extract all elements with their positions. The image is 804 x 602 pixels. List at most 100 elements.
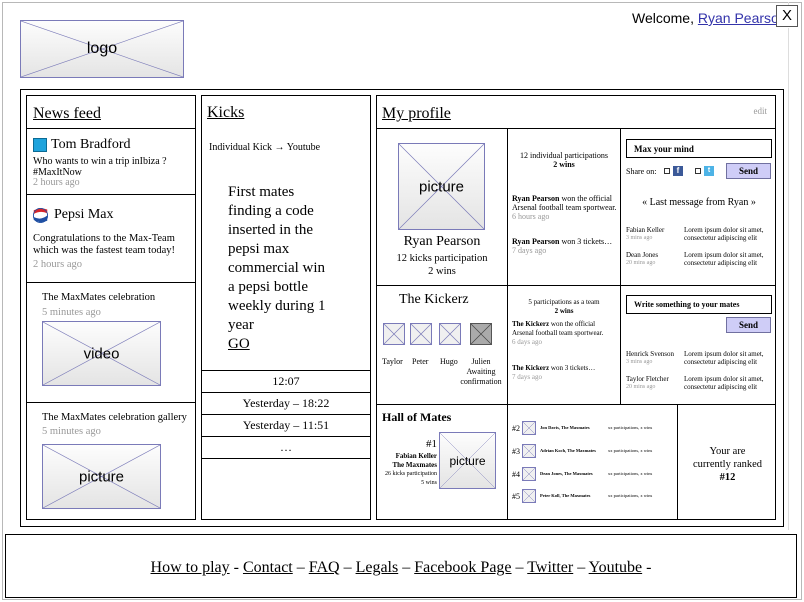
hall-name: Adrian Koch, The Maxmates: [540, 448, 596, 453]
kick-line: a pepsi bottle: [228, 279, 308, 295]
footer-separator: -: [642, 559, 652, 576]
last-message: « Last message from Ryan »: [642, 197, 756, 208]
edit-link[interactable]: edit: [754, 106, 768, 116]
hall-rank: #3: [512, 447, 520, 456]
max-your-mind-input[interactable]: Max your mind: [626, 139, 772, 158]
footer-link-how-to-play[interactable]: How to play: [151, 559, 230, 576]
twitter-checkbox[interactable]: [695, 168, 701, 174]
team-activity-text: won 3 tickets…: [550, 364, 596, 372]
picture-placeholder[interactable]: picture: [42, 444, 161, 509]
hall-rank-row[interactable]: #4 Dean Jones, The Maxmates xx participa…: [510, 467, 676, 483]
profile-title[interactable]: My profile: [382, 105, 451, 123]
team-activity-item: The Kickerz won the official Arsenal foo…: [512, 320, 618, 347]
footer-link-legals[interactable]: Legals: [356, 559, 399, 576]
footer-separator: –: [573, 559, 589, 576]
profile-picture-label: picture: [418, 178, 465, 195]
footer-link-youtube[interactable]: Youtube: [589, 559, 643, 576]
member-avatar-pending[interactable]: [470, 323, 492, 345]
message-meta: Fabian Keller 3 mins ago: [626, 226, 676, 242]
member-status: Awaiting confirmation: [460, 367, 502, 386]
team-activity-item: The Kickerz won 3 tickets… 7 days ago: [512, 364, 618, 382]
message-text: Lorem ipsum dolor sit amet, consectetur …: [684, 226, 764, 242]
news-feed-title[interactable]: News feed: [33, 105, 101, 123]
profile-participations: 12 kicks participation: [396, 253, 488, 264]
activity-name[interactable]: Ryan Pearson: [512, 194, 560, 203]
profile-picture[interactable]: picture: [398, 143, 485, 230]
message-time: 20 mins ago: [626, 260, 656, 266]
news-item-title[interactable]: The MaxMates celebration gallery: [42, 412, 187, 423]
news-item-title[interactable]: The MaxMates celebration: [42, 292, 155, 303]
footer-link-facebook[interactable]: Facebook Page: [414, 559, 511, 576]
footer-link-contact[interactable]: Contact: [243, 559, 293, 576]
team-message-author[interactable]: Taylor Fletcher: [626, 375, 681, 383]
mates-message-input[interactable]: Write something to your mates: [626, 295, 772, 314]
member-avatar[interactable]: [383, 323, 405, 345]
kick-type: Individual Kick: [209, 142, 273, 153]
scrollbar[interactable]: [788, 2, 802, 530]
twitter-icon: t: [704, 166, 714, 176]
hall-stats: xx participations, x wins: [608, 493, 653, 498]
activity-time: 7 days ago: [512, 246, 547, 255]
hall-name: Jon Davis, The Maxmates: [540, 425, 590, 430]
kicks-title[interactable]: Kicks: [207, 104, 244, 122]
news-item-author[interactable]: Tom Bradford: [51, 137, 131, 153]
video-placeholder[interactable]: video: [42, 321, 161, 386]
team-activity-name[interactable]: The Kickerz: [512, 364, 549, 372]
message-author[interactable]: Fabian Keller: [626, 226, 676, 234]
footer-separator: –: [292, 559, 309, 576]
facebook-checkbox[interactable]: [664, 168, 670, 174]
hall-top-info: Fabian Keller The Maxmates 26 kicks part…: [377, 452, 437, 488]
user-name-link[interactable]: Ryan Pearson: [698, 10, 787, 26]
footer-separator: –: [511, 559, 528, 576]
facebook-icon: f: [673, 166, 683, 176]
team-activity-time: 6 days ago: [512, 338, 542, 346]
hall-rank-row[interactable]: #2 Jon Davis, The Maxmates xx participat…: [510, 421, 676, 437]
kick-time-item[interactable]: Yesterday – 11:51: [202, 414, 370, 435]
message-author[interactable]: Dean Jones: [626, 251, 676, 259]
team-activity-name[interactable]: The Kickerz: [512, 320, 549, 328]
share-label: Share on:: [626, 167, 657, 176]
kick-line: pepsi max: [228, 241, 290, 257]
activity-name[interactable]: Ryan Pearson: [512, 237, 560, 246]
team-name[interactable]: The Kickerz: [399, 292, 469, 308]
team-send-button[interactable]: Send: [726, 317, 771, 333]
send-button[interactable]: Send: [726, 163, 771, 179]
activity-text: won 3 tickets…: [561, 237, 613, 246]
hall-top-name[interactable]: Fabian Keller: [377, 452, 437, 461]
member-name: Julien: [471, 357, 491, 366]
footer-link-twitter[interactable]: Twitter: [527, 559, 573, 576]
kick-time-item[interactable]: 12:07: [202, 370, 370, 391]
kick-line: commercial win: [228, 260, 326, 276]
stats-wins: 2 wins: [553, 160, 575, 169]
member-avatar[interactable]: [439, 323, 461, 345]
kick-line: First mates: [228, 184, 295, 200]
kick-line: inserted in the: [228, 222, 313, 238]
close-button[interactable]: X: [776, 5, 798, 27]
message-time: 3 mins ago: [626, 235, 653, 241]
footer: How to play - Contact – FAQ – Legals – F…: [5, 534, 797, 598]
profile-stats: 12 individual participations 2 wins: [508, 151, 620, 169]
news-item-text: Congratulations to the Max-Team which wa…: [33, 233, 175, 256]
hall-top-picture[interactable]: picture: [439, 432, 496, 489]
go-link[interactable]: GO: [228, 335, 368, 354]
hall-title[interactable]: Hall of Mates: [382, 410, 451, 425]
team-message-author[interactable]: Henrick Svenson: [626, 350, 681, 358]
kick-time-item[interactable]: …: [202, 436, 370, 457]
kick-description: First mates finding a code inserted in t…: [228, 183, 368, 354]
hall-name: Dean Jones, The Maxmates: [540, 471, 593, 476]
news-item-author[interactable]: Pepsi Max: [54, 207, 114, 223]
member-avatar[interactable]: [410, 323, 432, 345]
welcome-text: Welcome,: [632, 10, 694, 26]
footer-separator: –: [339, 559, 356, 576]
activity-time: 6 hours ago: [512, 212, 550, 221]
hall-rank-row[interactable]: #5 Peter Koll, The Maxmates xx participa…: [510, 489, 676, 505]
team-message-text: Lorem ipsum dolor sit amet, consectetur …: [684, 350, 764, 366]
member-pending: Julien Awaiting confirmation: [455, 357, 507, 387]
news-item-time: 5 minutes ago: [42, 307, 101, 318]
rank-line: Your are: [709, 446, 746, 457]
hall-top-rank: #1: [426, 438, 437, 450]
kick-time-item[interactable]: Yesterday – 18:22: [202, 392, 370, 413]
hall-avatar: [522, 489, 536, 503]
footer-link-faq[interactable]: FAQ: [309, 559, 340, 576]
hall-rank-row[interactable]: #3 Adrian Koch, The Maxmates xx particip…: [510, 444, 676, 460]
